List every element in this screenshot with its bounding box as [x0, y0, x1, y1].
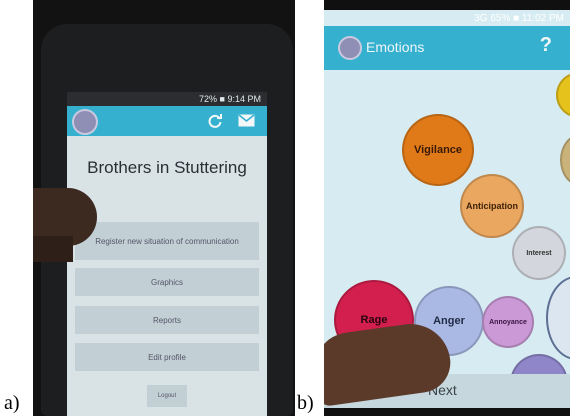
app-title: Brothers in Stuttering: [87, 158, 247, 177]
app-logo: [72, 109, 98, 135]
logout-button[interactable]: Logout: [147, 385, 187, 407]
mail-icon[interactable]: [238, 114, 255, 127]
finger-a-base: [33, 236, 73, 262]
status-bar: 72% ■ 9:14 PM: [67, 92, 267, 106]
photo-a: 72% ■ 9:14 PM Brothers in Stuttering Reg…: [33, 0, 295, 416]
caption-a: a): [4, 392, 20, 414]
toolbar-title: Emotions: [366, 39, 425, 55]
emotion-partial-3[interactable]: [546, 276, 570, 360]
emotion-annoyance[interactable]: Annoyance: [482, 296, 534, 348]
emotion-partial-1[interactable]: [556, 72, 570, 118]
phone-screen: 72% ■ 9:14 PM Brothers in Stuttering Reg…: [67, 92, 267, 416]
refresh-icon[interactable]: [207, 113, 223, 129]
register-situation-button[interactable]: Register new situation of communication: [75, 222, 259, 260]
app-bar: [67, 106, 267, 136]
status-bar-b: 3G 65% ■ 11:02 PM: [474, 13, 564, 24]
emotion-interest[interactable]: Interest: [512, 226, 566, 280]
caption-b: b): [297, 392, 314, 414]
emotion-partial-2[interactable]: [560, 134, 570, 186]
photo-b: 3G 65% ■ 11:02 PM Emotions ? Vigilance A…: [324, 0, 570, 416]
edit-profile-button[interactable]: Edit profile: [75, 343, 259, 371]
emotion-anticipation[interactable]: Anticipation: [460, 174, 524, 238]
graphics-button[interactable]: Graphics: [75, 268, 259, 296]
help-icon[interactable]: ?: [540, 34, 552, 57]
toolbar: Emotions ?: [324, 26, 570, 70]
emotion-vigilance[interactable]: Vigilance: [402, 114, 474, 186]
app-logo-b: [338, 36, 362, 60]
reports-button[interactable]: Reports: [75, 306, 259, 334]
